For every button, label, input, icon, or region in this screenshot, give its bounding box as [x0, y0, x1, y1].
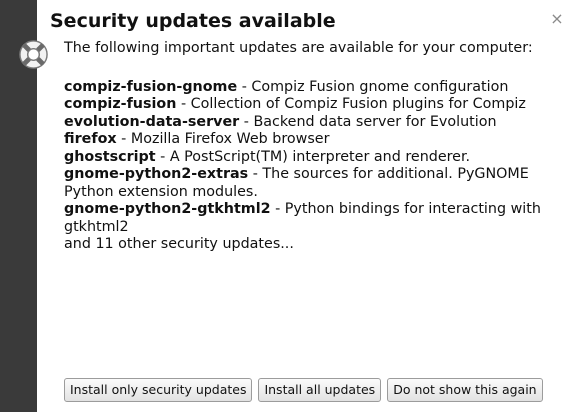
- list-item: compiz-fusion - Collection of Compiz Fus…: [64, 96, 564, 114]
- list-item: gnome-python2-extras - The sources for a…: [64, 166, 564, 201]
- package-description: - Mozilla Firefox Web browser: [116, 131, 330, 147]
- package-name: gnome-python2-extras: [64, 166, 249, 182]
- package-description: - Compiz Fusion gnome configuration: [237, 78, 509, 95]
- install-security-updates-button[interactable]: Install only security updates: [64, 378, 253, 402]
- notification-body: The following important updates are avai…: [64, 40, 564, 254]
- do-not-show-again-button[interactable]: Do not show this again: [387, 378, 543, 402]
- intro-text: The following important updates are avai…: [64, 40, 533, 56]
- package-list: compiz-fusion-gnome - Compiz Fusion gnom…: [64, 79, 564, 254]
- package-name: compiz-fusion-gnome: [64, 78, 238, 95]
- package-name: gnome-python2-gtkhtml2: [64, 201, 271, 217]
- list-item: firefox - Mozilla Firefox Web browser: [64, 131, 564, 149]
- more-updates-text: and 11 other security updates...: [64, 236, 294, 252]
- list-item: ghostscript - A PostScript(TM) interpret…: [64, 149, 564, 167]
- package-name: evolution-data-server: [64, 113, 240, 130]
- list-item: compiz-fusion-gnome - Compiz Fusion gnom…: [64, 79, 564, 97]
- list-item: gnome-python2-gtkhtml2 - Python bindings…: [64, 201, 564, 236]
- package-name: firefox: [64, 131, 117, 147]
- install-all-updates-button[interactable]: Install all updates: [258, 378, 382, 402]
- lifebuoy-icon: [19, 40, 48, 69]
- package-name: compiz-fusion: [64, 96, 177, 112]
- package-description: - Backend data server for Evolution: [239, 113, 497, 130]
- package-name: ghostscript: [64, 148, 156, 165]
- close-icon[interactable]: ×: [549, 11, 565, 27]
- action-buttons: Install only security updates Install al…: [64, 378, 543, 402]
- list-item: evolution-data-server - Backend data ser…: [64, 114, 564, 132]
- package-description: - A PostScript(TM) interpreter and rende…: [155, 148, 471, 165]
- package-description: - Collection of Compiz Fusion plugins fo…: [176, 96, 526, 112]
- notification-title: Security updates available: [50, 10, 336, 32]
